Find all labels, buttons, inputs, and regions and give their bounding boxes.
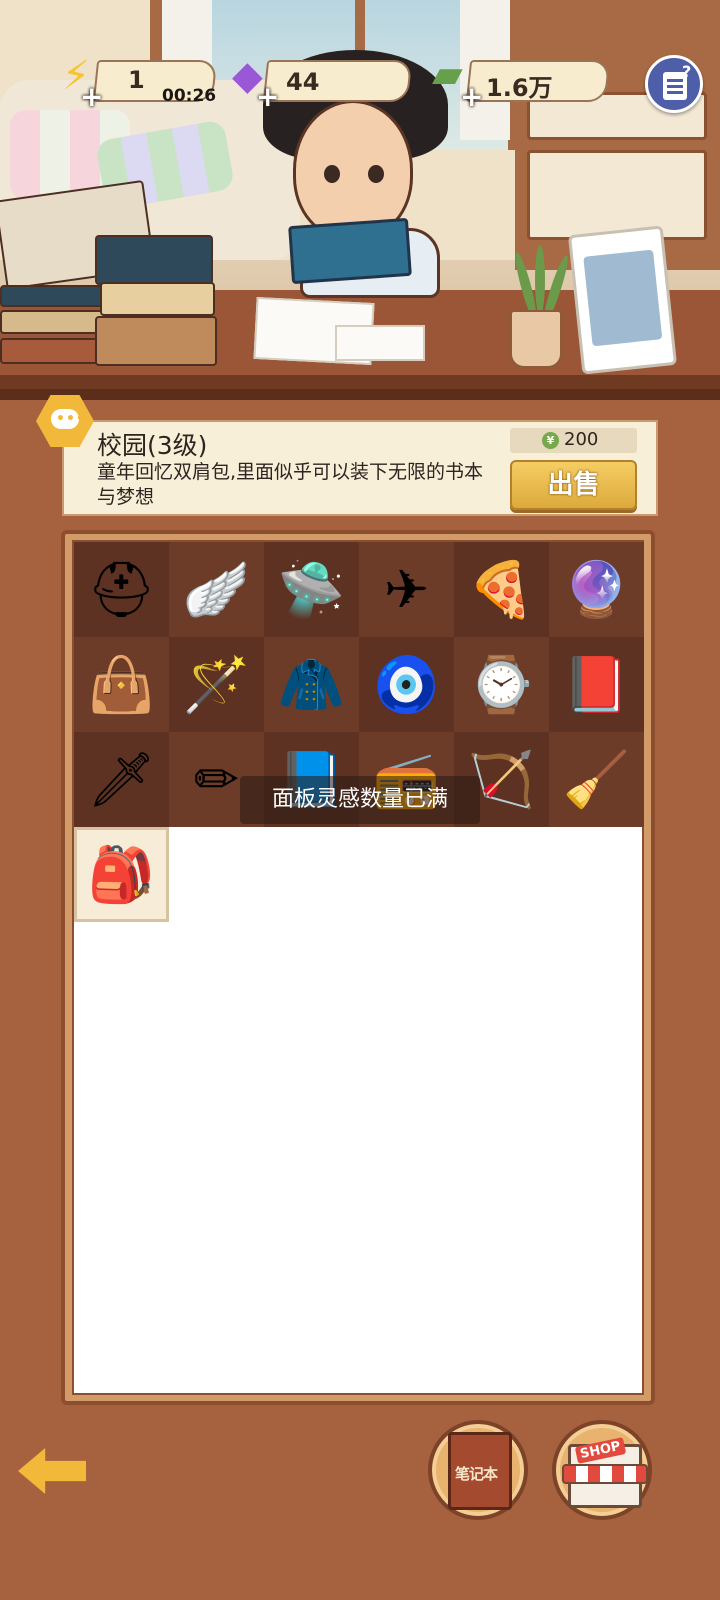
cash-stack-icon: ▰ [432, 51, 463, 97]
toast-text: 面板灵感数量已满 [271, 787, 448, 812]
inventory-slot[interactable]: 🎒 [74, 827, 169, 922]
shop-awning [562, 1464, 648, 1484]
item-title: 校园(3级) [97, 431, 208, 460]
notebook-label: 笔记本 [455, 1465, 498, 1483]
cash-value: 1.6万 [486, 74, 553, 102]
inventory-slot[interactable]: ⌚ [454, 637, 549, 732]
toast-message: 面板灵感数量已满 [240, 776, 480, 824]
book [95, 316, 217, 366]
energy-timer: 00:26 [162, 86, 217, 106]
ufo-icon: 🛸 [277, 557, 346, 621]
book [100, 282, 215, 316]
straw-cape-icon: 🧥 [277, 652, 346, 716]
book [0, 310, 105, 334]
plus-icon[interactable]: + [460, 80, 483, 113]
back-button[interactable] [18, 1448, 86, 1494]
eye-icon [324, 165, 340, 183]
backpack-icon: 🎒 [87, 842, 156, 906]
inventory-slot[interactable]: ✈ [359, 542, 454, 637]
broom-icon: 🧹 [562, 747, 631, 811]
sell-button-label: 出售 [547, 470, 600, 500]
inventory-slot[interactable]: 🪽 [169, 542, 264, 637]
airplane-icon: ✈ [383, 557, 430, 621]
pizza-slice-icon: 🍕 [467, 557, 536, 621]
plus-icon[interactable]: + [80, 80, 103, 113]
gems-value: 44 [286, 68, 320, 96]
inventory-slot[interactable]: 🧿 [359, 637, 454, 732]
item-description: 童年回忆双肩包,里面似乎可以装下无限的书本与梦想 [97, 461, 484, 508]
wristwatch-icon: ⌚ [467, 652, 536, 716]
question-icon: ? [682, 62, 692, 81]
price-value: 200 [564, 429, 599, 450]
price-badge: ¥ 200 [510, 428, 637, 453]
sell-button[interactable]: 出售 [510, 460, 637, 510]
shoulder-bag-icon: 👜 [87, 652, 156, 716]
exam-book-icon: 📕 [562, 652, 631, 716]
back-arrow-icon [18, 1448, 86, 1494]
shop-button[interactable]: SHOP [552, 1420, 652, 1520]
desk-front [0, 389, 720, 400]
energy-value: 1 [128, 66, 145, 94]
pencil-icon: ✏ [193, 747, 240, 811]
viking-helmet-icon: ⛑ [87, 557, 156, 621]
book [0, 338, 100, 364]
inventory-slot[interactable]: 🪄 [169, 637, 264, 732]
book [0, 285, 110, 307]
inventory-slot[interactable]: 🛸 [264, 542, 359, 637]
inventory-slot[interactable]: 👜 [74, 637, 169, 732]
inventory-slot[interactable]: 🔮 [549, 542, 644, 637]
inventory-slot[interactable]: 🧹 [549, 732, 644, 827]
crystal-ball-icon: 🔮 [562, 557, 631, 621]
book [95, 235, 213, 285]
plant-pot [510, 310, 562, 368]
desk-edge [0, 375, 720, 389]
angel-wings-icon: 🪽 [182, 557, 251, 621]
inventory-slot[interactable]: 🍕 [454, 542, 549, 637]
notebook-button[interactable]: 笔记本 [428, 1420, 528, 1520]
calendar-face [583, 249, 663, 347]
coin-icon: ¥ [542, 432, 559, 449]
task-list-button[interactable]: ? [645, 55, 703, 113]
jade-pendant-icon: 🧿 [372, 652, 441, 716]
inventory-slot[interactable]: 📕 [549, 637, 644, 732]
paper-sheet [335, 325, 425, 361]
cabinet-door [527, 150, 707, 240]
magic-staff-icon: 🪄 [182, 652, 251, 716]
inventory-slot[interactable]: 🧥 [264, 637, 359, 732]
notebook-icon: 笔记本 [448, 1432, 512, 1510]
desk-calendar [567, 225, 678, 375]
eye-icon [368, 165, 384, 183]
inventory-slot[interactable]: ⛑ [74, 542, 169, 637]
sword-icon: 🗡 [87, 747, 156, 811]
character-book [288, 217, 412, 285]
plant-leaf [535, 245, 545, 315]
plus-icon[interactable]: + [256, 80, 279, 113]
inventory-slot[interactable]: 🗡 [74, 732, 169, 827]
bubble-dots: ••• [56, 411, 86, 427]
